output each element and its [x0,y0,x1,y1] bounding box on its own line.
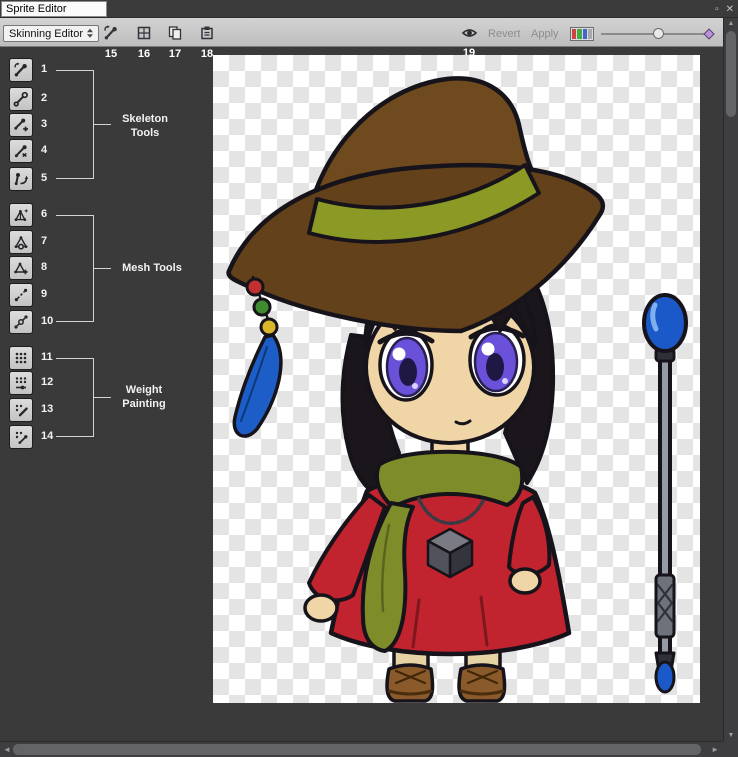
mesh-edit-geometry-icon [13,234,29,250]
scroll-down-icon[interactable]: ▼ [724,732,738,739]
vertical-scrollbar-thumb[interactable] [726,31,736,117]
tool-auto-geometry[interactable] [9,203,33,227]
horizontal-scrollbar[interactable]: ◄ ► [0,741,723,757]
editor-mode-dropdown[interactable]: Skinning Editor [3,25,99,42]
paste-icon [199,25,215,41]
callout-17: 17 [167,48,183,60]
tool-weight-slider[interactable] [9,371,33,395]
tool-bone-influence[interactable] [9,425,33,449]
tool-number-5: 5 [41,172,47,184]
mesh-create-vertex-icon [13,260,29,276]
zoom-slider-thumb[interactable] [653,28,664,39]
tool-number-3: 3 [41,118,47,130]
sprite-sheet-toggle-button[interactable] [134,23,154,43]
scroll-right-icon[interactable]: ► [711,745,719,754]
tool-number-8: 8 [41,261,47,273]
tool-number-1: 1 [41,63,47,75]
character-sprite [213,55,700,703]
tool-preview-pose[interactable] [9,58,33,82]
titlebar[interactable]: Sprite Editor ▫ ✕ [0,0,738,18]
dropdown-arrows-icon [85,27,95,40]
group-label-mesh-tools: Mesh Tools [112,261,192,275]
vertical-scrollbar[interactable]: ▲ ▼ [723,18,738,741]
tool-number-13: 13 [41,403,53,415]
scroll-left-icon[interactable]: ◄ [3,745,11,754]
mesh-split-edge-icon [13,314,29,330]
tool-number-7: 7 [41,235,47,247]
tool-number-4: 4 [41,144,47,156]
bone-create-icon [13,117,29,133]
sprite-sheet-grid-icon [136,25,152,41]
tool-create-vertex[interactable] [9,256,33,280]
tool-split-edge[interactable] [9,310,33,334]
maximize-icon[interactable]: ▫ [715,4,719,15]
tool-reparent-bone[interactable] [9,167,33,191]
paste-button[interactable] [197,23,217,43]
mesh-auto-geometry-icon [13,207,29,223]
tool-number-10: 10 [41,315,53,327]
revert-button[interactable]: Revert [484,26,524,42]
mesh-create-edge-icon [13,287,29,303]
tool-number-9: 9 [41,288,47,300]
window-title: Sprite Editor [1,1,107,17]
tool-weight-brush[interactable] [9,398,33,422]
tool-number-6: 6 [41,208,47,220]
callout-16: 16 [136,48,152,60]
copy-button[interactable] [165,23,185,43]
scrollbar-corner [723,741,738,757]
callout-15: 15 [103,48,119,60]
copy-icon [167,25,183,41]
weight-bone-influence-icon [13,429,29,445]
editor-mode-label: Skinning Editor [9,28,83,40]
tool-edit-geometry[interactable] [9,230,33,254]
zoom-slider[interactable] [601,26,713,42]
close-icon[interactable]: ✕ [726,4,734,15]
bracket-skeleton-tools [56,70,94,179]
bone-pose-icon [103,25,119,41]
bracket-weight-stub [94,397,111,398]
tool-number-2: 2 [41,92,47,104]
staff [644,295,686,692]
feather [234,335,281,436]
sprite-canvas[interactable] [213,55,700,703]
gray-swatch [588,29,592,39]
bone-split-icon [13,143,29,159]
group-label-weight-painting: Weight Painting [114,383,174,411]
tool-number-12: 12 [41,376,53,388]
hat [229,78,603,331]
bracket-weight-painting [56,358,94,437]
sprite-editor-window: Sprite Editor ▫ ✕ Skinning Editor Revert… [0,0,738,757]
bone-reparent-icon [13,171,29,187]
horizontal-scrollbar-thumb[interactable] [13,744,701,755]
red-swatch [572,29,576,39]
bracket-mesh-tools [56,215,94,322]
scroll-up-icon[interactable]: ▲ [724,20,738,27]
apply-button[interactable]: Apply [527,26,563,42]
tool-number-11: 11 [41,351,53,363]
tool-split-bone[interactable] [9,139,33,163]
reset-pose-button[interactable] [101,23,121,43]
rgb-alpha-toggle-button[interactable] [570,27,594,41]
weight-slider-icon [13,375,29,391]
bone-edit-joints-icon [13,91,29,107]
window-controls: ▫ ✕ [715,0,734,18]
group-label-skeleton-tools: Skeleton Tools [114,112,176,140]
filter-diamond-icon[interactable] [703,28,714,39]
blue-swatch [583,29,587,39]
tool-number-14: 14 [41,430,53,442]
tool-create-bone[interactable] [9,113,33,137]
bracket-skeleton-stub [94,124,111,125]
tool-create-edge[interactable] [9,283,33,307]
bracket-mesh-stub [94,268,111,269]
tool-edit-joints[interactable] [9,87,33,111]
bone-preview-pose-icon [13,62,29,78]
green-swatch [577,29,581,39]
eye-icon [461,25,478,41]
tool-auto-weights[interactable] [9,346,33,370]
weight-brush-icon [13,402,29,418]
visibility-button[interactable] [459,23,479,43]
weight-grid-icon [13,350,29,366]
